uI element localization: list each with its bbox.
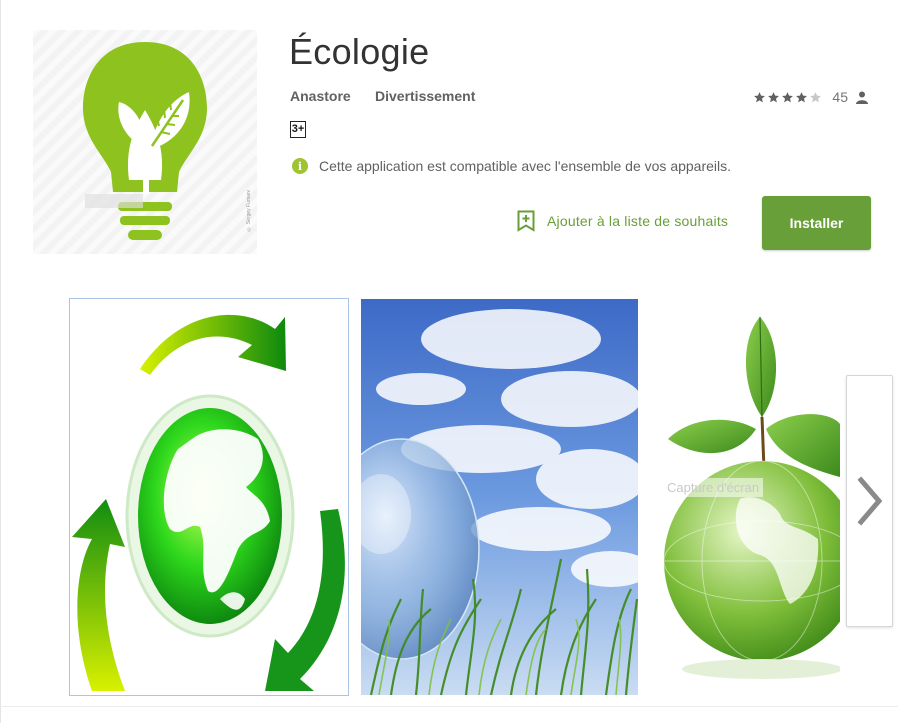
person-icon <box>856 91 868 104</box>
rating-stars <box>753 91 822 104</box>
app-icon <box>33 30 257 254</box>
page-bottom-divider <box>0 706 898 707</box>
rating-count: 45 <box>832 89 848 105</box>
lightbulb-leaf-icon <box>83 42 207 240</box>
chevron-right-icon <box>856 476 882 526</box>
star-icon <box>796 91 808 102</box>
install-button[interactable]: Installer <box>762 196 871 250</box>
category-link[interactable]: Divertissement <box>375 88 475 104</box>
developer-link[interactable]: Anastore <box>290 88 351 104</box>
star-icon <box>754 91 766 102</box>
wishlist-button[interactable]: Ajouter à la liste de souhaits <box>517 210 728 232</box>
icon-credit: © Sergey Furtaev <box>246 190 252 232</box>
next-screenshot-button[interactable] <box>846 375 893 627</box>
content-rating-badge: 3+ <box>290 121 306 138</box>
screenshot-caption: Capture d'écran <box>663 478 764 497</box>
bookmark-icon <box>517 210 535 232</box>
rating-summary: 45 <box>753 89 868 105</box>
compatibility-notice: i Cette application est compatible avec … <box>292 158 731 174</box>
info-icon: i <box>292 158 308 174</box>
wishlist-label: Ajouter à la liste de souhaits <box>547 213 729 229</box>
screenshot-globe-leaves[interactable] <box>650 299 840 695</box>
compatibility-text: Cette application est compatible avec l'… <box>319 158 732 174</box>
app-title: Écologie <box>289 31 430 72</box>
star-icon <box>768 91 780 102</box>
page-left-border <box>0 0 1 723</box>
screenshot-eco-globe-arrows[interactable] <box>69 298 349 696</box>
star-icon <box>810 91 822 102</box>
star-icon <box>782 91 794 102</box>
screenshot-glass-globe-sky[interactable] <box>361 299 638 695</box>
